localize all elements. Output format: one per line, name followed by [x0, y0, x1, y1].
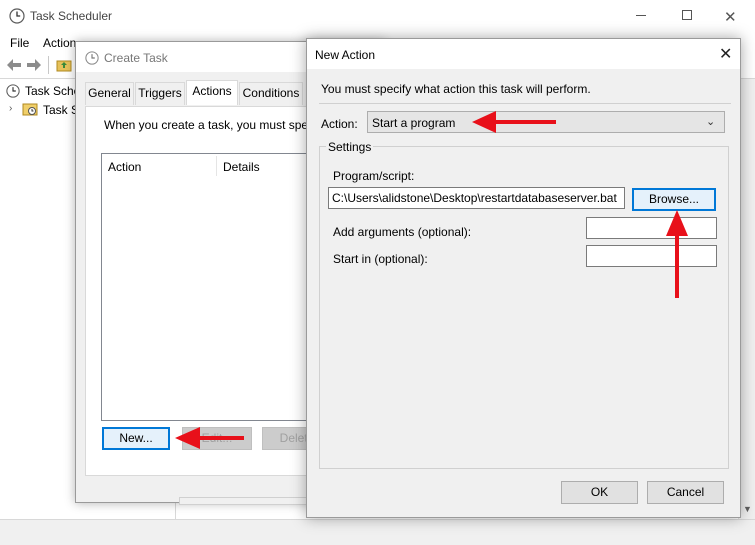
close-window-button[interactable]: ✕ — [724, 8, 737, 26]
minimize-button[interactable] — [636, 15, 646, 16]
task-scheduler-titlebar: Task Scheduler ✕ — [0, 0, 755, 32]
status-bar — [0, 519, 755, 545]
create-task-title: Create Task — [104, 51, 168, 65]
clock-icon — [9, 8, 25, 24]
menu-file[interactable]: File — [10, 36, 29, 50]
settings-label: Settings — [326, 140, 374, 154]
column-header-action[interactable]: Action — [108, 160, 141, 174]
forward-arrow-icon[interactable] — [26, 58, 42, 72]
tab-actions[interactable]: Actions — [186, 80, 238, 105]
column-divider — [216, 156, 217, 176]
column-header-details[interactable]: Details — [223, 160, 260, 174]
chevron-right-icon[interactable]: › — [9, 103, 12, 114]
tree-root-clock-icon — [6, 84, 20, 98]
tree-item-library[interactable]: Task Scheduler Library — [43, 103, 75, 117]
new-action-titlebar: New Action ✕ — [307, 39, 740, 69]
bottom-scroll-stub[interactable] — [179, 497, 314, 505]
close-icon[interactable]: ✕ — [719, 44, 732, 64]
tab-conditions[interactable]: Conditions — [239, 82, 303, 105]
task-scheduler-title: Task Scheduler — [30, 9, 113, 23]
new-action-dialog: New Action ✕ You must specify what actio… — [306, 38, 741, 518]
maximize-button[interactable] — [682, 10, 692, 20]
chevron-down-icon: ⌄ — [706, 116, 716, 128]
toolbar-separator — [48, 56, 49, 74]
instruction-divider — [319, 103, 731, 104]
folder-up-icon[interactable] — [56, 58, 72, 72]
program-script-input[interactable]: C:\Users\alidstone\Desktop\restartdataba… — [328, 187, 625, 209]
toolbar — [0, 53, 80, 77]
action-select[interactable]: Start a program ⌄ — [367, 111, 725, 133]
tab-general[interactable]: General — [85, 82, 134, 105]
menu-action[interactable]: Action — [43, 36, 76, 50]
tree-item-root[interactable]: Task Scheduler (Local) — [25, 84, 75, 98]
arguments-input[interactable] — [586, 217, 717, 239]
program-script-label: Program/script: — [333, 169, 415, 183]
tab-triggers[interactable]: Triggers — [135, 82, 185, 105]
browse-button[interactable]: Browse... — [632, 188, 716, 211]
action-select-value: Start a program — [372, 116, 456, 130]
library-folder-icon — [22, 102, 38, 116]
start-in-label: Start in (optional): — [333, 252, 428, 266]
instruction-text: You must specify what action this task w… — [321, 82, 591, 96]
back-arrow-icon[interactable] — [6, 58, 22, 72]
new-action-button[interactable]: New... — [102, 427, 170, 450]
new-action-title: New Action — [315, 48, 376, 62]
scroll-down-icon[interactable]: ▼ — [743, 504, 752, 514]
ok-button[interactable]: OK — [561, 481, 638, 504]
create-task-clock-icon — [85, 51, 99, 65]
arguments-label: Add arguments (optional): — [333, 225, 472, 239]
action-label: Action: — [321, 117, 358, 131]
edit-action-button[interactable]: Edit... — [182, 427, 252, 450]
start-in-input[interactable] — [586, 245, 717, 267]
cancel-button[interactable]: Cancel — [647, 481, 724, 504]
